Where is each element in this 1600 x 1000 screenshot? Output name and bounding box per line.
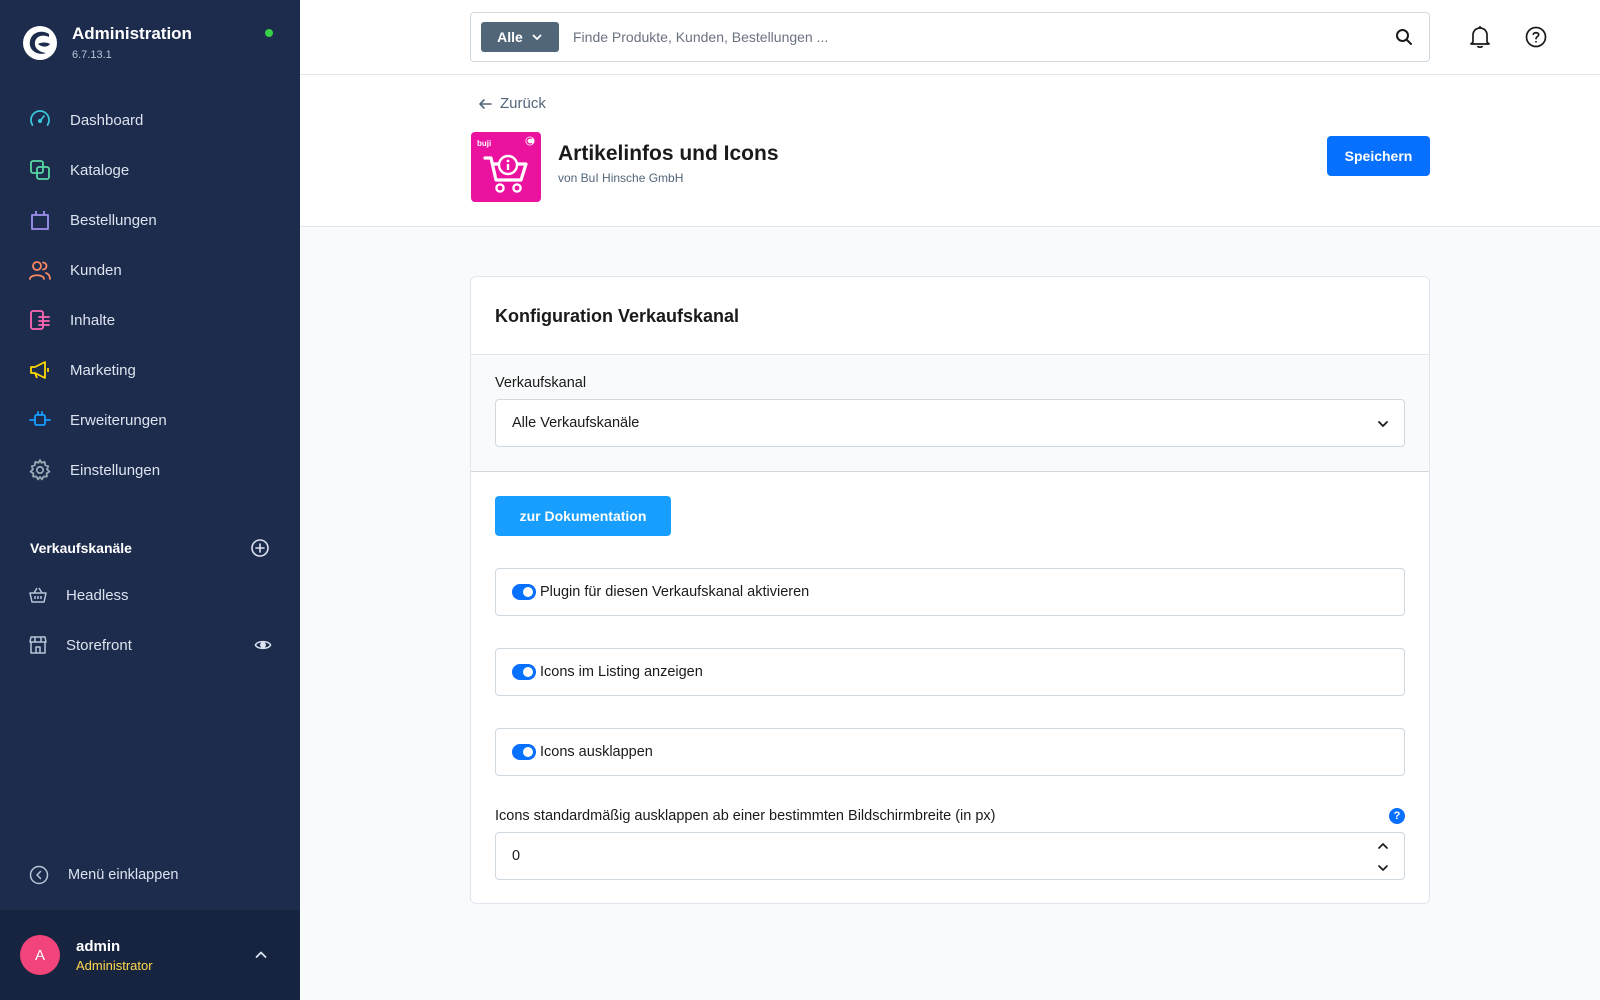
collapse-menu-button[interactable]: Menü einklappen xyxy=(28,864,178,886)
nav-label: Storefront xyxy=(66,636,132,654)
documentation-button[interactable]: zur Dokumentation xyxy=(495,496,671,536)
nav-label: Dashboard xyxy=(70,111,144,129)
switch-label: Icons ausklappen xyxy=(540,744,653,760)
storefront-icon xyxy=(29,636,47,654)
help-icon[interactable] xyxy=(1524,25,1548,49)
avatar: A xyxy=(20,935,60,975)
toggle-knob xyxy=(523,747,533,757)
arrow-left-icon xyxy=(479,98,492,109)
global-search: Alle xyxy=(470,12,1430,62)
online-status-indicator xyxy=(265,29,273,37)
nav-item-dashboard[interactable]: Dashboard xyxy=(0,95,300,145)
number-stepper xyxy=(1376,839,1390,875)
nav-item-content[interactable]: Inhalte xyxy=(0,295,300,345)
plugin-icon: buji xyxy=(471,132,541,202)
nav-label: Kataloge xyxy=(70,161,130,179)
back-label: Zurück xyxy=(500,95,546,112)
nav-label: Headless xyxy=(66,586,129,604)
nav-label: Inhalte xyxy=(70,311,116,329)
divider xyxy=(471,471,1429,472)
sales-channel-value: Alle Verkaufskanäle xyxy=(512,415,640,431)
sidebar: Administration 6.7.13.1 Dashboard Katalo… xyxy=(0,0,300,1000)
customers-icon xyxy=(29,261,51,280)
toggle-switch[interactable] xyxy=(512,744,536,760)
chevron-down-icon xyxy=(532,34,542,40)
nav-item-settings[interactable]: Einstellungen xyxy=(0,445,300,495)
brand[interactable]: Administration 6.7.13.1 xyxy=(22,24,192,61)
catalogue-icon xyxy=(30,160,50,180)
dashboard-icon xyxy=(30,110,50,126)
nav-item-orders[interactable]: Bestellungen xyxy=(0,195,300,245)
switch-label: Icons im Listing anzeigen xyxy=(540,664,703,680)
app-title: Administration xyxy=(72,24,192,43)
switch-icons-in-listing: Icons im Listing anzeigen xyxy=(495,648,1405,696)
main-nav: Dashboard Kataloge Bestellungen Kunden I… xyxy=(0,95,300,495)
marketing-icon xyxy=(30,361,49,379)
plugin-icon-text: buji xyxy=(477,139,491,148)
nav-label: Marketing xyxy=(70,361,136,379)
user-panel[interactable]: A admin Administrator xyxy=(0,910,300,1000)
eye-icon[interactable] xyxy=(254,636,272,654)
search-input[interactable] xyxy=(573,29,1393,45)
nav-label: Erweiterungen xyxy=(70,411,167,429)
switch-label: Plugin für diesen Verkaufskanal aktivier… xyxy=(540,584,810,600)
chevron-left-circle-icon xyxy=(29,865,49,885)
add-sales-channel-icon[interactable] xyxy=(250,538,270,558)
chevron-up-icon[interactable] xyxy=(1376,839,1390,853)
search-type-label: Alle xyxy=(497,29,523,45)
orders-icon xyxy=(31,211,49,230)
toggle-knob xyxy=(523,667,533,677)
user-name: admin xyxy=(76,937,121,955)
nav-label: Kunden xyxy=(70,261,122,279)
top-bar: Alle xyxy=(300,0,1600,75)
notifications-bell-icon[interactable] xyxy=(1468,24,1492,50)
sales-channel-storefront[interactable]: Storefront xyxy=(0,620,300,670)
sales-channel-list: Headless Storefront xyxy=(0,570,300,670)
nav-item-customers[interactable]: Kunden xyxy=(0,245,300,295)
nav-item-catalogues[interactable]: Kataloge xyxy=(0,145,300,195)
shopware-logo-icon xyxy=(23,25,57,60)
save-button[interactable]: Speichern xyxy=(1327,136,1430,176)
plugin-vendor: von BuI Hinsche GmbH xyxy=(558,171,684,185)
user-role: Administrator xyxy=(76,957,153,973)
extensions-icon xyxy=(29,411,51,426)
nav-item-marketing[interactable]: Marketing xyxy=(0,345,300,395)
switch-plugin-active: Plugin für diesen Verkaufskanal aktivier… xyxy=(495,568,1405,616)
help-tooltip-icon[interactable]: ? xyxy=(1389,808,1405,824)
plugin-cart-info-icon: buji xyxy=(477,136,535,193)
switch-icons-expand: Icons ausklappen xyxy=(495,728,1405,776)
chevron-up-icon[interactable] xyxy=(252,946,270,964)
config-card: Konfiguration Verkaufskanal Verkaufskana… xyxy=(470,276,1430,904)
basket-icon xyxy=(29,587,47,603)
app-version: 6.7.13.1 xyxy=(72,49,112,61)
sales-channels-title: Verkaufskanäle xyxy=(30,540,132,556)
breakpoint-label: Icons standardmäßig ausklappen ab einer … xyxy=(495,808,996,824)
sales-channel-label: Verkaufskanal xyxy=(495,375,587,391)
nav-label: Einstellungen xyxy=(70,461,161,479)
toggle-switch[interactable] xyxy=(512,664,536,680)
card-title: Konfiguration Verkaufskanal xyxy=(495,306,740,326)
nav-label: Bestellungen xyxy=(70,211,157,229)
settings-icon xyxy=(29,459,51,481)
chevron-down-icon[interactable] xyxy=(1376,861,1390,875)
collapse-menu-label: Menü einklappen xyxy=(68,867,179,883)
chevron-down-icon xyxy=(1378,421,1388,427)
plugin-title: Artikelinfos und Icons xyxy=(558,142,779,165)
breakpoint-input[interactable] xyxy=(512,848,1332,864)
sales-channel-select[interactable]: Alle Verkaufskanäle xyxy=(495,399,1405,447)
toggle-knob xyxy=(523,587,533,597)
search-type-dropdown[interactable]: Alle xyxy=(481,22,559,52)
sales-channels-header: Verkaufskanäle xyxy=(30,538,270,558)
back-link[interactable]: Zurück xyxy=(478,95,546,112)
content-icon xyxy=(30,310,50,330)
sales-channel-headless[interactable]: Headless xyxy=(0,570,300,620)
page-header: Zurück buji Artikelinfos und Icons von B… xyxy=(300,75,1600,227)
nav-item-extensions[interactable]: Erweiterungen xyxy=(0,395,300,445)
search-icon[interactable] xyxy=(1393,26,1415,48)
toggle-switch[interactable] xyxy=(512,584,536,600)
breakpoint-number-field xyxy=(495,832,1405,880)
